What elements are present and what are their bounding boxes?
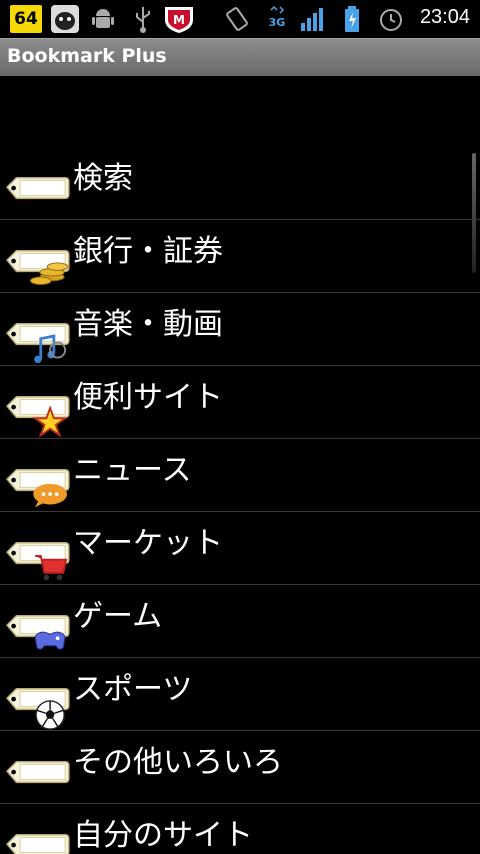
gamepad-icon [6,615,70,650]
status-bar: 64 M 3G 23:04 [0,0,480,38]
category-label: スポーツ [73,672,193,707]
category-row[interactable]: 自分のサイト [0,804,480,854]
category-row[interactable]: 便利サイト [0,366,480,439]
3g-data-icon: 3G [269,5,286,29]
vibrate-icon [226,7,248,31]
category-row[interactable]: スポーツ [0,658,480,731]
tag-icon [6,177,70,200]
category-label: 便利サイト [73,380,223,415]
soccer-ball-icon [6,688,70,730]
category-row[interactable]: 銀行・証券 [0,220,480,293]
cat-icon [51,5,79,33]
svg-text:M: M [173,13,185,27]
usb-icon [136,7,150,33]
app-title-bar: Bookmark Plus [0,38,480,76]
category-row[interactable]: 検索 [0,147,480,220]
category-row[interactable]: マーケット [0,512,480,585]
android-debug-icon [92,9,114,28]
clock-time: 23:04 [419,6,470,28]
category-row[interactable]: その他いろいろ [0,731,480,804]
signal-icon [301,8,323,31]
category-label: 自分のサイト [73,818,253,853]
app-title: Bookmark Plus [7,45,167,67]
category-label: ニュース [73,453,192,488]
category-row[interactable]: ゲーム [0,585,480,658]
alarm-icon [380,9,402,31]
tag-icon [6,761,70,784]
svg-text:3G: 3G [269,16,286,29]
mcafee-icon: M [165,7,193,33]
category-row[interactable]: 音楽・動画 [0,293,480,366]
category-label: 検索 [73,161,133,196]
category-list[interactable]: 検索銀行・証券音楽・動画便利サイトニュースマーケットゲームスポーツその他いろいろ… [0,76,480,854]
category-label: マーケット [73,526,223,561]
category-label: 銀行・証券 [73,234,223,269]
shopping-cart-icon [6,542,70,581]
notification-badge: 64 [10,5,42,33]
category-row[interactable]: ニュース [0,439,480,512]
speech-bubble-icon [6,469,70,508]
music-note-icon [6,323,70,364]
category-label: 音楽・動画 [73,307,223,342]
category-label: その他いろいろ [73,745,283,780]
category-label: ゲーム [73,599,163,634]
battery-charging-icon [345,6,359,32]
star-icon [6,396,70,438]
tag-icon [6,834,70,854]
coins-icon [6,250,70,285]
